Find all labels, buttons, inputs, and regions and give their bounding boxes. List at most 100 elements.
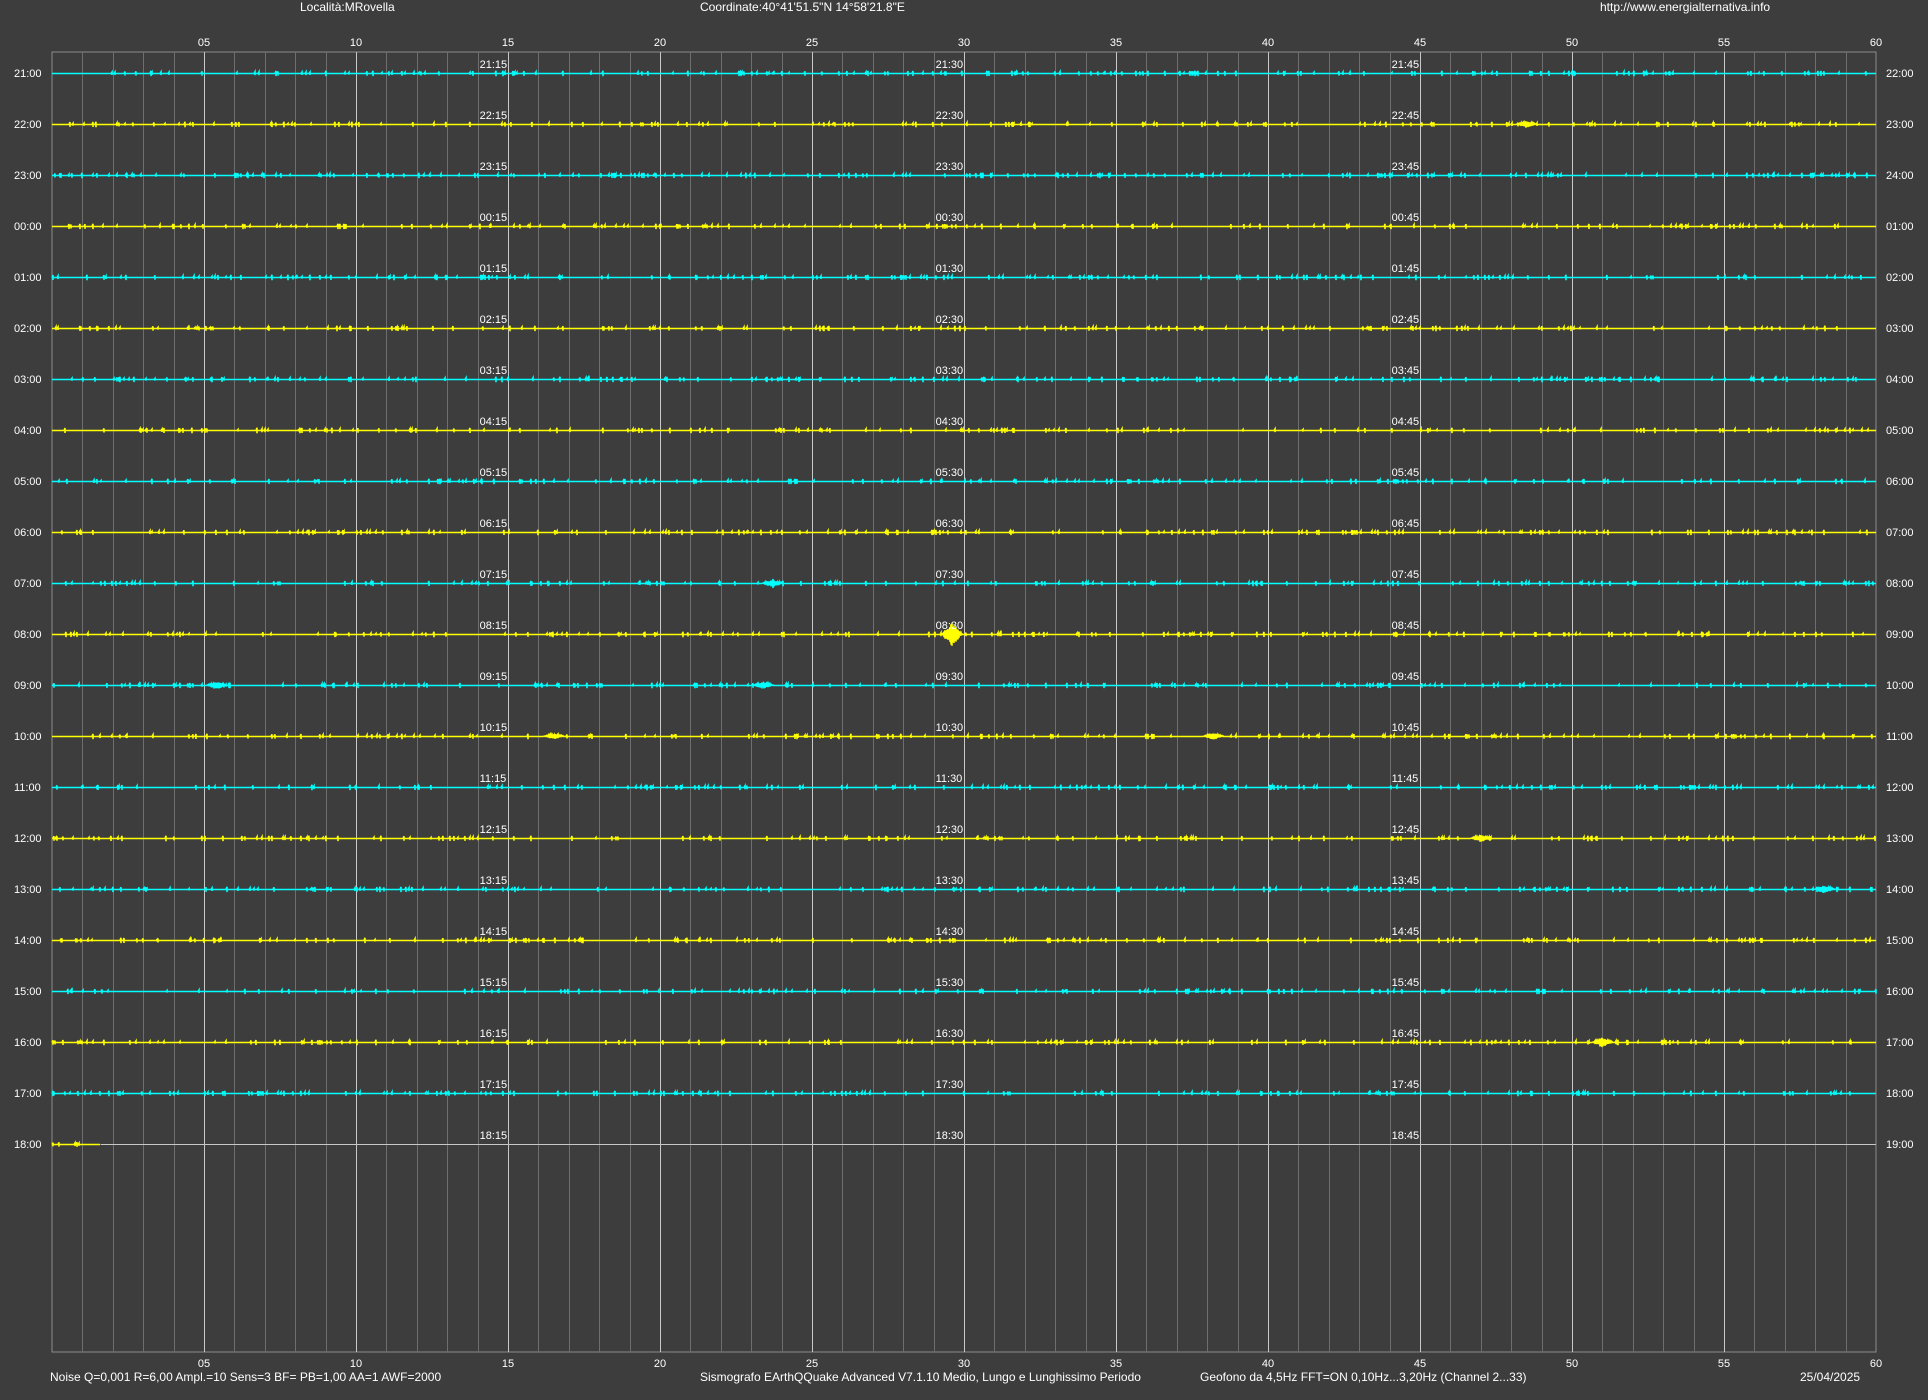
x-tick-label-top: 30 xyxy=(958,37,970,49)
quarter-label-45: 04:45 xyxy=(1392,416,1420,428)
quarter-label-45: 09:45 xyxy=(1392,671,1420,683)
row-label-right: 07:00 xyxy=(1886,527,1914,539)
quarter-label-45: 13:45 xyxy=(1392,875,1420,887)
x-tick-label-top: 05 xyxy=(198,37,210,49)
quarter-label-15: 06:15 xyxy=(480,518,508,530)
row-label-left: 18:00 xyxy=(14,1139,42,1151)
x-tick-label-top: 35 xyxy=(1110,37,1122,49)
row-label-right: 10:00 xyxy=(1886,680,1914,692)
row-label-right: 16:00 xyxy=(1886,986,1914,998)
row-label-right: 24:00 xyxy=(1886,170,1914,182)
row-label-right: 15:00 xyxy=(1886,935,1914,947)
footer-params: Noise Q=0,001 R=6,00 Ampl.=10 Sens=3 BF=… xyxy=(50,1370,442,1384)
row-label-left: 09:00 xyxy=(14,680,42,692)
row-label-left: 23:00 xyxy=(14,170,42,182)
x-tick-label-top: 15 xyxy=(502,37,514,49)
quarter-label-15: 02:15 xyxy=(480,314,508,326)
quarter-label-15: 04:15 xyxy=(480,416,508,428)
x-tick-label-top: 60 xyxy=(1870,37,1882,49)
quarter-label-15: 14:15 xyxy=(480,926,508,938)
quarter-label-15: 23:15 xyxy=(480,161,508,173)
quarter-label-45: 16:45 xyxy=(1392,1028,1420,1040)
quarter-label-30: 18:30 xyxy=(936,1130,964,1142)
quarter-label-45: 23:45 xyxy=(1392,161,1420,173)
row-label-left: 06:00 xyxy=(14,527,42,539)
x-tick-label-bottom: 45 xyxy=(1414,1358,1426,1370)
quarter-label-30: 14:30 xyxy=(936,926,964,938)
row-label-left: 04:00 xyxy=(14,425,42,437)
quarter-label-15: 00:15 xyxy=(480,212,508,224)
quarter-label-30: 23:30 xyxy=(936,161,964,173)
row-label-right: 23:00 xyxy=(1886,119,1914,131)
quarter-label-45: 02:45 xyxy=(1392,314,1420,326)
quarter-label-30: 09:30 xyxy=(936,671,964,683)
row-label-right: 05:00 xyxy=(1886,425,1914,437)
row-label-left: 12:00 xyxy=(14,833,42,845)
row-label-left: 05:00 xyxy=(14,476,42,488)
row-label-right: 19:00 xyxy=(1886,1139,1914,1151)
x-tick-label-bottom: 25 xyxy=(806,1358,818,1370)
quarter-label-45: 22:45 xyxy=(1392,110,1420,122)
x-tick-label-bottom: 10 xyxy=(350,1358,362,1370)
quarter-label-30: 17:30 xyxy=(936,1079,964,1091)
quarter-label-45: 01:45 xyxy=(1392,263,1420,275)
quarter-label-15: 01:15 xyxy=(480,263,508,275)
x-tick-label-top: 10 xyxy=(350,37,362,49)
quarter-label-15: 05:15 xyxy=(480,467,508,479)
row-label-left: 22:00 xyxy=(14,119,42,131)
quarter-label-45: 14:45 xyxy=(1392,926,1420,938)
x-tick-label-bottom: 35 xyxy=(1110,1358,1122,1370)
quarter-label-15: 09:15 xyxy=(480,671,508,683)
quarter-label-15: 16:15 xyxy=(480,1028,508,1040)
x-tick-label-bottom: 55 xyxy=(1718,1358,1730,1370)
quarter-label-30: 07:30 xyxy=(936,569,964,581)
row-label-left: 11:00 xyxy=(14,782,41,794)
quarter-label-15: 22:15 xyxy=(480,110,508,122)
quarter-label-30: 12:30 xyxy=(936,824,964,836)
row-label-right: 02:00 xyxy=(1886,272,1914,284)
row-label-right: 08:00 xyxy=(1886,578,1914,590)
row-label-left: 21:00 xyxy=(14,68,42,80)
grid xyxy=(51,51,1877,1353)
quarter-label-45: 15:45 xyxy=(1392,977,1420,989)
row-label-left: 13:00 xyxy=(14,884,42,896)
row-label-right: 04:00 xyxy=(1886,374,1914,386)
quarter-label-15: 12:15 xyxy=(480,824,508,836)
x-tick-label-bottom: 40 xyxy=(1262,1358,1274,1370)
quarter-label-15: 13:15 xyxy=(480,875,508,887)
x-tick-label-bottom: 60 xyxy=(1870,1358,1882,1370)
row-label-left: 14:00 xyxy=(14,935,42,947)
x-tick-label-bottom: 50 xyxy=(1566,1358,1578,1370)
quarter-label-15: 10:15 xyxy=(480,722,508,734)
quarter-label-30: 16:30 xyxy=(936,1028,964,1040)
footer-date: 25/04/2025 xyxy=(1800,1370,1861,1384)
quarter-label-30: 22:30 xyxy=(936,110,964,122)
quarter-label-30: 06:30 xyxy=(936,518,964,530)
quarter-label-15: 15:15 xyxy=(480,977,508,989)
footer-sensor: Geofono da 4,5Hz FFT=ON 0,10Hz...3,20Hz … xyxy=(1200,1370,1527,1384)
row-label-right: 18:00 xyxy=(1886,1088,1914,1100)
x-tick-label-bottom: 30 xyxy=(958,1358,970,1370)
seismogram-chart: 05 05 10 10 15 15 20 20 25 25 30 30 35 35 40 40 45 45 50 50… xyxy=(14,37,1914,1370)
quarter-label-15: 07:15 xyxy=(480,569,508,581)
row-label-right: 01:00 xyxy=(1886,221,1914,233)
quarter-label-15: 17:15 xyxy=(480,1079,508,1091)
row-label-left: 17:00 xyxy=(14,1088,42,1100)
x-tick-label-top: 55 xyxy=(1718,37,1730,49)
row-label-right: 12:00 xyxy=(1886,782,1914,794)
quarter-label-15: 21:15 xyxy=(480,59,508,71)
row-label-left: 15:00 xyxy=(14,986,42,998)
row-label-right: 14:00 xyxy=(1886,884,1914,896)
quarter-label-30: 00:30 xyxy=(936,212,964,224)
quarter-label-15: 08:15 xyxy=(480,620,508,632)
row-label-left: 00:00 xyxy=(14,221,42,233)
quarter-label-45: 08:45 xyxy=(1392,620,1420,632)
coordinates-label: Coordinate:40°41'51.5"N 14°58'21.8"E xyxy=(700,0,905,14)
x-tick-label-top: 25 xyxy=(806,37,818,49)
chart-labels: 05 05 10 10 15 15 20 20 25 25 30 30 35 35 40 40 45 45 50 50… xyxy=(14,37,1914,1370)
quarter-label-45: 06:45 xyxy=(1392,518,1420,530)
website-url[interactable]: http://www.energialternativa.info xyxy=(1600,0,1770,14)
quarter-label-30: 04:30 xyxy=(936,416,964,428)
row-label-left: 08:00 xyxy=(14,629,42,641)
quarter-label-45: 21:45 xyxy=(1392,59,1420,71)
